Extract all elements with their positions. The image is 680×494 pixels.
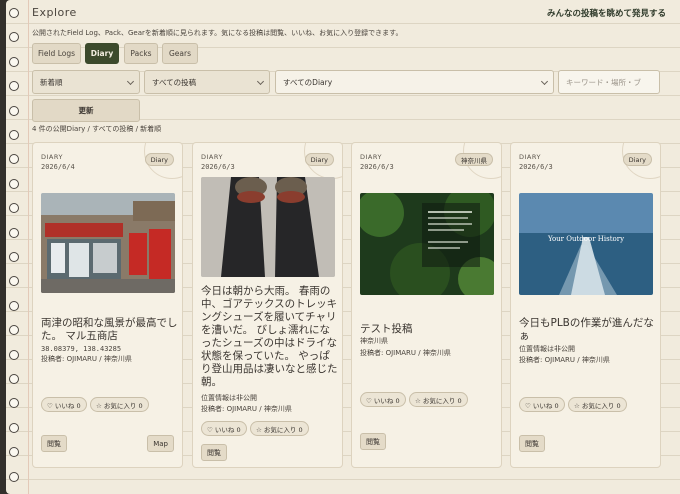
card-location-note: 神奈川県 [360, 337, 388, 345]
card-date: 2026/6/4 [41, 163, 75, 171]
refresh-button[interactable]: 更新 [32, 99, 140, 122]
binding-hole [9, 81, 19, 92]
view-button[interactable]: 閲覧 [519, 435, 545, 452]
card-type: DIARY [41, 153, 63, 161]
card-type: DIARY [519, 153, 541, 161]
card-photo-forest[interactable] [360, 193, 494, 295]
like-button[interactable]: ♡ いいね 0 [360, 392, 406, 407]
diary-card: DIARY 2026/6/3 神奈川県 テスト投稿 神奈川県 投稿者: OJIM… [351, 142, 502, 468]
binding-hole [9, 252, 19, 262]
map-button[interactable]: Map [147, 435, 174, 452]
card-title: テスト投稿 [360, 323, 413, 335]
scope-select[interactable]: すべての投稿 [144, 70, 270, 94]
sort-select-value: 新着順 [40, 77, 63, 87]
category-select[interactable]: すべてのDiary [275, 70, 554, 94]
header-tagline-link[interactable]: みんなの投稿を眺めて発見する [547, 7, 666, 19]
search-placeholder: キーワード・場所・ブ [566, 77, 641, 87]
scope-select-value: すべての投稿 [152, 77, 197, 87]
chevron-down-icon [256, 77, 265, 86]
binding-hole [9, 422, 19, 433]
card-coordinates: 38.08379, 138.43285 [41, 345, 122, 353]
card-photo-sea[interactable]: Your Outdoor History [519, 193, 653, 295]
sort-select[interactable]: 新着順 [32, 70, 140, 94]
card-type: DIARY [201, 153, 223, 161]
binding-hole [9, 178, 19, 189]
page-title: Explore [32, 6, 77, 19]
card-location-note: 位置情報は非公開 [201, 394, 257, 402]
favorite-button[interactable]: ☆ お気に入り 0 [250, 421, 309, 436]
tab-gears[interactable]: Gears [162, 43, 198, 64]
binding-hole [9, 105, 19, 116]
card-author: 投稿者: OJIMARU / 神奈川県 [41, 355, 132, 363]
chevron-down-icon [540, 77, 549, 86]
binding-hole [9, 447, 19, 458]
card-author: 投稿者: OJIMARU / 神奈川県 [360, 349, 451, 357]
chevron-down-icon [126, 77, 135, 86]
diary-card: DIARY 2026/6/3 Diary Your Outdoor Histor… [510, 142, 661, 468]
margin-line [28, 0, 29, 494]
binding-hole [9, 203, 19, 214]
card-location-note: 位置情報は非公開 [519, 345, 575, 353]
binding-hole [9, 325, 19, 336]
main-content: Explore みんなの投稿を眺めて発見する 公開されたField Log、Pa… [32, 0, 680, 494]
notebook-page: Explore みんなの投稿を眺めて発見する 公開されたField Log、Pa… [6, 0, 680, 494]
card-photo-storefront[interactable] [41, 193, 175, 293]
binding-hole [9, 398, 19, 409]
favorite-button[interactable]: ☆ お気に入り 0 [568, 397, 627, 412]
card-author: 投稿者: OJIMARU / 神奈川県 [519, 356, 610, 364]
card-title: 両津の昭和な風景が最高でした。 マル五商店 [41, 317, 178, 342]
like-button[interactable]: ♡ いいね 0 [519, 397, 565, 412]
search-input[interactable]: キーワード・場所・ブ [558, 70, 660, 94]
page-header: Explore みんなの投稿を眺めて発見する [32, 6, 666, 20]
like-button[interactable]: ♡ いいね 0 [201, 421, 247, 436]
binding-hole [9, 374, 19, 384]
binding-hole [9, 32, 19, 43]
card-date: 2026/6/3 [201, 163, 235, 171]
binding-hole [9, 349, 19, 360]
view-button[interactable]: 閲覧 [360, 433, 386, 450]
card-tag-badge: Diary [304, 153, 334, 166]
card-title: 今日もPLBの作業が進んだなぁ [519, 317, 654, 342]
binding-hole [9, 276, 19, 287]
card-photo-shoes[interactable] [201, 177, 335, 277]
card-tag-badge: Diary [622, 153, 652, 166]
favorite-button[interactable]: ☆ お気に入り 0 [409, 392, 468, 407]
binding-hole [9, 300, 19, 311]
tab-field-logs[interactable]: Field Logs [32, 43, 81, 64]
binding-hole [9, 471, 19, 482]
filter-bar: 新着順 すべての投稿 すべてのDiary キーワード・場所・ブ [32, 70, 670, 94]
binding-hole [9, 154, 19, 165]
photo-caption: Your Outdoor History [547, 235, 625, 243]
tab-diary[interactable]: Diary [85, 43, 119, 64]
card-author: 投稿者: OJIMARU / 神奈川県 [201, 405, 292, 413]
view-button[interactable]: 閲覧 [201, 444, 227, 461]
binding-hole [9, 8, 19, 18]
binding-holes [9, 6, 21, 494]
card-date: 2026/6/3 [519, 163, 553, 171]
card-title: 今日は朝から大雨。 春雨の中、ゴアテックスのトレッキングシューズを履いてチャリを… [201, 285, 338, 388]
like-button[interactable]: ♡ いいね 0 [41, 397, 87, 412]
category-select-value: すべてのDiary [283, 77, 333, 87]
diary-card: DIARY 2026/6/4 Diary 両津の昭和な風景が最高でした。 マル五… [32, 142, 183, 468]
view-button[interactable]: 閲覧 [41, 435, 67, 452]
page-description: 公開されたField Log、Pack、Gearを新着順に見られます。気になる投… [32, 29, 403, 37]
tab-packs[interactable]: Packs [124, 43, 158, 64]
binding-hole [9, 56, 19, 67]
binding-hole [9, 227, 19, 238]
binding-hole [9, 130, 19, 140]
card-type: DIARY [360, 153, 382, 161]
favorite-button[interactable]: ☆ お気に入り 0 [90, 397, 149, 412]
card-tag-badge: Diary [144, 153, 174, 166]
result-summary: 4 件の公開Diary / すべての投稿 / 新着順 [32, 125, 162, 133]
diary-card: DIARY 2026/6/3 Diary 今日は朝から大雨。 春雨の中、ゴアテッ… [192, 142, 343, 468]
card-date: 2026/6/3 [360, 163, 394, 171]
card-tag-badge: 神奈川県 [455, 153, 493, 166]
